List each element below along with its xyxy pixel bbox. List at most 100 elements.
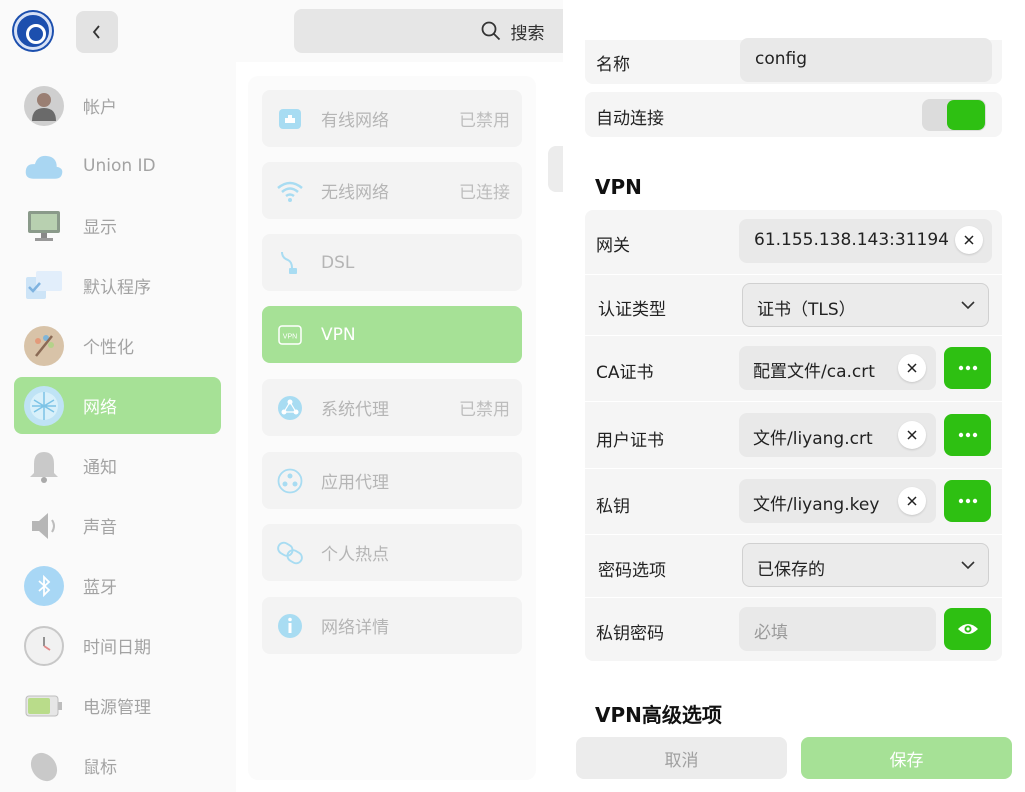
more-icon [958,365,977,371]
dsl-icon [276,249,304,277]
back-button[interactable] [76,11,118,53]
chevron-down-icon [961,561,975,570]
sidebar-item-label: 个性化 [83,338,134,358]
cancel-label: 取消 [664,750,699,771]
password-option-select[interactable]: 已保存的 [742,543,989,587]
auto-connect-label: 自动连接 [596,109,664,129]
save-button[interactable]: 保存 [801,737,1012,779]
account-icon [24,85,64,126]
sidebar-item-personalization[interactable]: 个性化 [14,317,221,374]
password-option-label: 密码选项 [598,561,666,581]
sidebar-item-union-id[interactable]: Union ID [14,137,221,194]
sidebar-item-label: 电源管理 [83,698,151,718]
chevron-left-icon [92,25,100,39]
default-apps-icon [24,266,64,306]
gateway-row: 网关 61.155.138.143:31194 [585,210,1002,274]
network-item-app-proxy[interactable]: 应用代理 [262,452,522,509]
private-key-value: 文件/liyang.key [753,495,880,515]
sidebar-item-label: 显示 [83,218,117,238]
sidebar-item-bluetooth[interactable]: 蓝牙 [14,557,221,614]
personalization-icon [24,325,64,366]
gateway-clear-button[interactable] [955,226,983,254]
svg-text:VPN: VPN [283,333,297,340]
network-item-details[interactable]: 网络详情 [262,597,522,654]
ca-cert-browse-button[interactable] [944,347,991,389]
sidebar-item-label: 通知 [83,458,117,478]
network-item-label: 个人热点 [321,545,389,565]
network-item-label: 有线网络 [321,111,389,131]
sidebar-item-sound[interactable]: 声音 [14,497,221,554]
wired-icon [276,105,304,133]
network-item-label: 无线网络 [321,183,389,203]
sidebar-item-mouse[interactable]: 鼠标 [14,737,221,792]
wifi-icon [276,177,304,205]
sidebar-item-label: Union ID [83,155,156,176]
network-item-wireless[interactable]: 无线网络 已连接 [262,162,522,219]
sidebar-item-label: 网络 [83,398,117,418]
sidebar-item-account[interactable]: 帐户 [14,77,221,134]
gateway-label: 网关 [596,236,630,256]
auth-type-row: 认证类型 证书（TLS） [585,275,1002,335]
network-icon [24,385,64,426]
sidebar-item-label: 默认程序 [83,278,151,298]
eye-icon [957,624,978,634]
hotspot-icon [276,539,304,567]
key-password-row: 私钥密码 必填 [585,598,1002,661]
user-cert-clear-button[interactable] [898,421,926,449]
auth-type-value: 证书（TLS） [757,300,856,320]
sidebar-item-label: 时间日期 [83,638,151,658]
ca-cert-row: CA证书 配置文件/ca.crt [585,336,1002,401]
sidebar-item-power[interactable]: 电源管理 [14,677,221,734]
search-label: 搜索 [510,23,545,44]
network-item-status: 已连接 [459,183,510,203]
user-cert-label: 用户证书 [596,431,664,451]
key-password-field[interactable]: 必填 [739,607,936,651]
network-item-wired[interactable]: 有线网络 已禁用 [262,90,522,147]
vpn-section-title: VPN [595,175,642,199]
show-password-button[interactable] [944,608,991,650]
network-item-label: 网络详情 [321,618,389,638]
cloud-icon [24,146,64,186]
ca-cert-value: 配置文件/ca.crt [753,362,875,382]
network-item-system-proxy[interactable]: 系统代理 已禁用 [262,379,522,436]
auth-type-select[interactable]: 证书（TLS） [742,283,989,327]
network-item-vpn[interactable]: VPN VPN [262,306,522,363]
user-cert-browse-button[interactable] [944,414,991,456]
sidebar-item-label: 帐户 [83,98,117,118]
sidebar-item-default-apps[interactable]: 默认程序 [14,257,221,314]
password-option-value: 已保存的 [757,560,825,580]
network-item-label: 应用代理 [321,473,389,493]
ca-cert-label: CA证书 [596,363,654,383]
user-cert-value: 文件/liyang.crt [753,429,873,449]
sidebar-item-network[interactable]: 网络 [14,377,221,434]
user-cert-row: 用户证书 文件/liyang.crt [585,402,1002,468]
network-item-hotspot[interactable]: 个人热点 [262,524,522,581]
network-item-dsl[interactable]: DSL [262,234,522,291]
search-icon [481,21,500,41]
key-password-label: 私钥密码 [596,624,664,644]
private-key-browse-button[interactable] [944,480,991,522]
network-item-status: 已禁用 [459,400,510,420]
sidebar-item-display[interactable]: 显示 [14,197,221,254]
gateway-value: 61.155.138.143:31194 [754,230,949,250]
advanced-section-title: VPN高级选项 [595,703,722,727]
network-item-label: 系统代理 [321,400,389,420]
more-icon [958,498,977,504]
ca-cert-clear-button[interactable] [898,354,926,382]
key-password-placeholder: 必填 [754,623,788,643]
close-icon [907,430,917,440]
sidebar-item-notification[interactable]: 通知 [14,437,221,494]
auth-type-label: 认证类型 [598,300,666,320]
close-icon [907,496,917,506]
battery-icon [24,686,64,726]
close-icon [907,363,917,373]
display-icon [24,206,64,246]
sidebar-item-datetime[interactable]: 时间日期 [14,617,221,674]
network-item-label: DSL [321,252,355,273]
password-option-row: 密码选项 已保存的 [585,535,1002,597]
cancel-button[interactable]: 取消 [576,737,787,779]
sidebar-item-label: 鼠标 [83,758,117,778]
chevron-down-icon [961,301,975,310]
auto-connect-toggle[interactable] [922,99,986,131]
private-key-clear-button[interactable] [898,487,926,515]
